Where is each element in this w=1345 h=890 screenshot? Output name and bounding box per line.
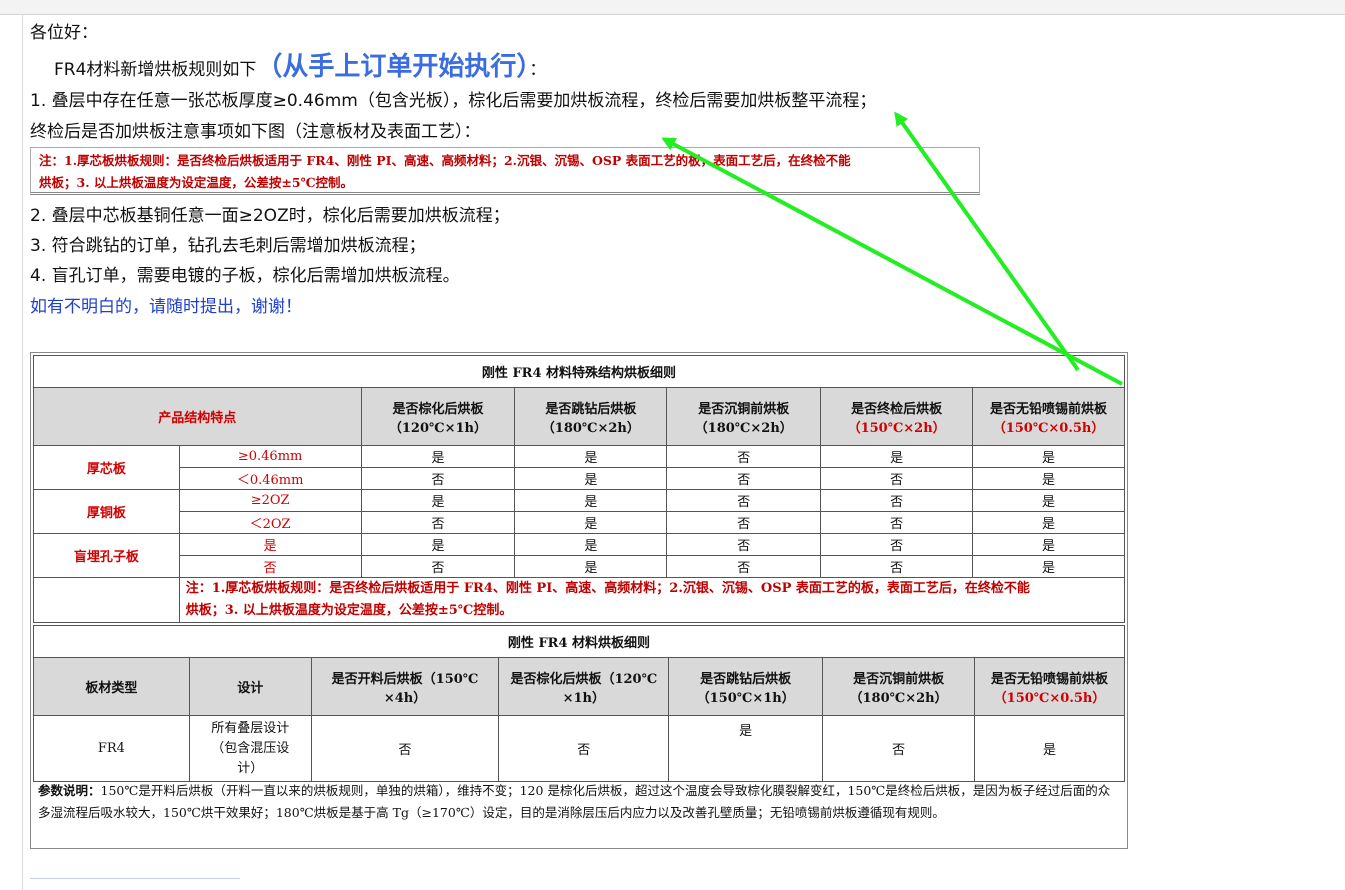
- arrow-to-item1-flatten: [894, 111, 1080, 372]
- arrow-to-item1-note: [661, 137, 1123, 386]
- annotation-arrows: [661, 111, 1123, 386]
